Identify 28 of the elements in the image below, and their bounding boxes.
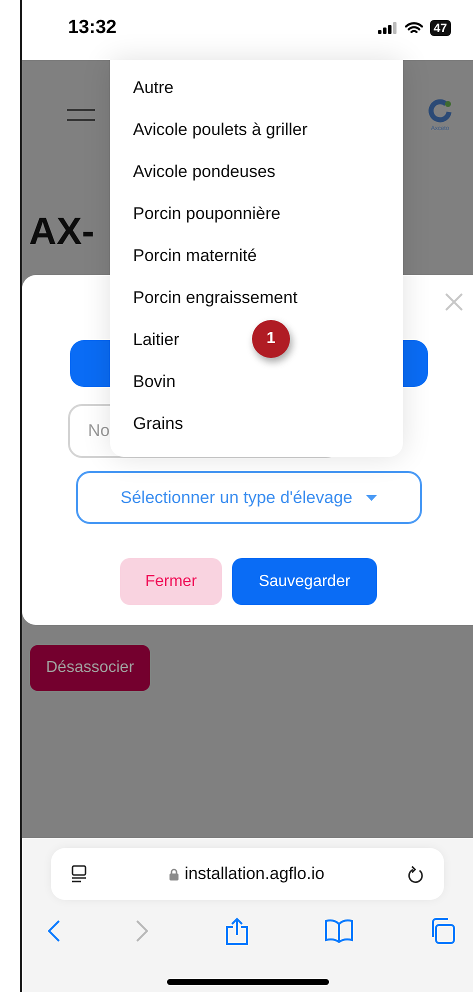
dropdown-item[interactable]: Porcin engraissement <box>133 277 298 319</box>
reload-icon[interactable] <box>406 864 424 884</box>
dropdown-item[interactable]: Bovin <box>133 361 176 403</box>
dropdown-item[interactable]: Laitier <box>133 319 180 361</box>
status-time: 13:32 <box>68 17 117 39</box>
tabs-icon[interactable] <box>429 918 455 944</box>
book-icon[interactable] <box>324 919 353 943</box>
dropdown-item[interactable]: Porcin pouponnière <box>133 193 280 235</box>
dropdown-item[interactable]: Porcin maternité <box>133 235 257 277</box>
dropdown-item[interactable]: Avicole poulets à griller <box>133 109 308 151</box>
menu-icon[interactable] <box>66 109 96 121</box>
page-menu-icon[interactable] <box>71 865 87 883</box>
signal-icon <box>378 22 398 34</box>
dropdown-item[interactable]: Grains <box>133 403 184 445</box>
unlink-button[interactable]: Désassocier <box>30 645 150 691</box>
page-title: AX- <box>29 210 94 254</box>
address-bar[interactable]: installation.agflo.io <box>51 848 444 900</box>
back-icon[interactable] <box>48 920 60 942</box>
dropdown-item[interactable]: Autre <box>133 67 174 109</box>
save-button[interactable]: Sauvegarder <box>232 558 377 605</box>
url-text: installation.agflo.io <box>184 864 324 884</box>
logo-icon <box>427 98 453 124</box>
battery-level: 47 <box>430 20 451 36</box>
dropdown-item[interactable]: Avicole pondeuses <box>133 151 276 193</box>
caret-icon <box>366 494 378 500</box>
lock-icon <box>168 868 179 880</box>
share-icon[interactable] <box>224 917 248 945</box>
wifi-icon <box>404 22 423 34</box>
